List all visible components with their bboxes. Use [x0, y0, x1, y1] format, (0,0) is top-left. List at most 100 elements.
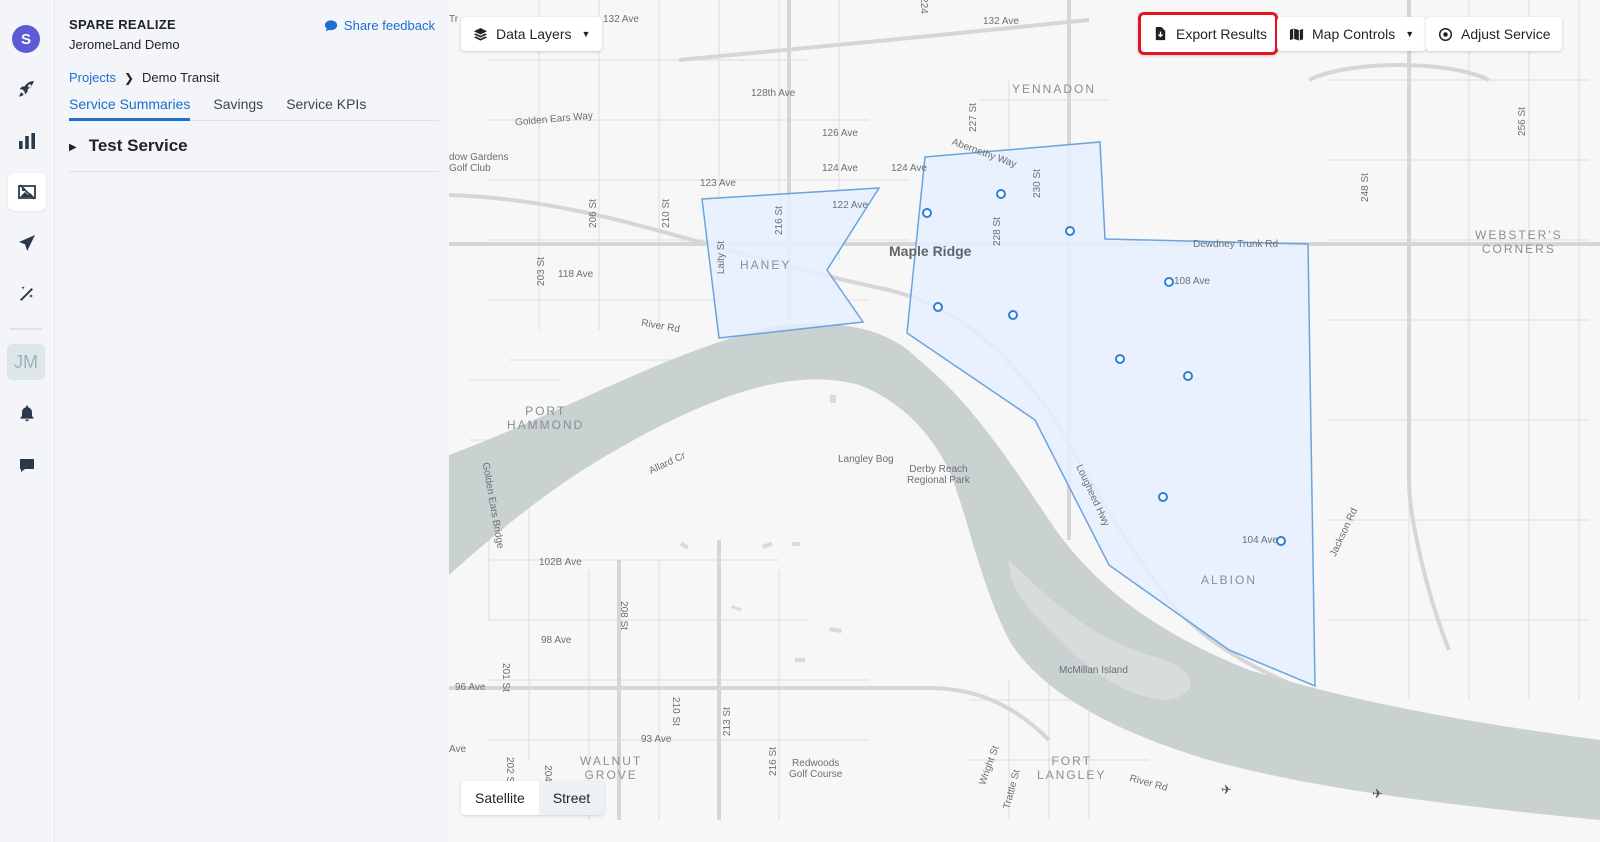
map-label: 132 Ave [603, 14, 639, 25]
service-name: Test Service [88, 136, 188, 155]
map-label: 206 St [587, 199, 599, 228]
map-label-haney: HANEY [740, 258, 792, 272]
map-label: 248 St [1359, 173, 1371, 202]
stop-marker[interactable] [922, 208, 932, 218]
stop-marker[interactable] [1115, 354, 1125, 364]
caret-down-icon: ▼ [1405, 29, 1415, 39]
app-logo-icon[interactable]: S [12, 25, 40, 53]
tab-service-summaries[interactable]: Service Summaries [69, 96, 191, 121]
data-layers-label: Data Layers [496, 26, 572, 42]
map-label: 118 Ave [558, 269, 594, 280]
target-icon [1438, 27, 1453, 41]
organization-name: JeromeLand Demo [69, 37, 180, 52]
bell-icon[interactable] [8, 394, 46, 432]
basemap-option-street[interactable]: Street [538, 781, 605, 815]
map-label: 256 St [1516, 107, 1528, 136]
map-label-derby-reach: Derby Reach Regional Park [907, 464, 970, 486]
map-label-walnut-grove: WALNUT GROVE [580, 754, 643, 782]
map-label: 216 St [773, 206, 785, 235]
basemap-option-satellite[interactable]: Satellite [461, 781, 539, 815]
map-label: 227 St [967, 103, 979, 132]
airplane-icon: ✈ [1372, 787, 1383, 802]
stop-marker[interactable] [996, 189, 1006, 199]
share-feedback-link[interactable]: Share feedback [324, 18, 435, 33]
map-label: Laity St [716, 240, 728, 275]
map-label: 224 [917, 0, 929, 14]
map-label: 108 Ave [1174, 276, 1210, 287]
map-label: 210 St [660, 199, 672, 228]
rocket-icon[interactable] [8, 70, 46, 108]
map-label-redwoods: Redwoods Golf Course [789, 758, 843, 780]
avatar[interactable]: JM [7, 344, 45, 380]
stop-marker[interactable] [1164, 277, 1174, 287]
map-label-mcmillan-island: McMillan Island [1059, 665, 1128, 676]
icon-rail: S JM [0, 0, 55, 842]
tab-savings[interactable]: Savings [213, 96, 263, 121]
map-label: 126 Ave [822, 128, 858, 139]
map-view[interactable]: ✈ ✈ Tr 132 Ave 224 132 Ave YENNADON 128t… [449, 0, 1600, 842]
tab-bar: Service Summaries Savings Service KPIs [69, 96, 439, 121]
map-label: Dewdney Trunk Rd [1193, 239, 1279, 250]
map-label: 102B Ave [539, 557, 582, 568]
map-label: dow Gardens Golf Club [449, 152, 509, 174]
adjust-service-button[interactable]: Adjust Service [1426, 17, 1563, 51]
map-label: 213 St [721, 707, 733, 736]
map-label-yennadon: YENNADON [1012, 82, 1097, 96]
send-icon[interactable] [8, 224, 46, 262]
map-icon [1289, 27, 1304, 41]
map-label: 216 St [767, 747, 779, 776]
map-label-port-hammond: PORT HAMMOND [507, 404, 585, 432]
caret-down-icon: ▼ [581, 29, 591, 39]
map-label: 204 [541, 765, 553, 782]
adjust-service-label: Adjust Service [1461, 26, 1551, 42]
chat-icon[interactable] [8, 446, 46, 484]
tab-service-kpis[interactable]: Service KPIs [286, 96, 366, 121]
map-label: 98 Ave [541, 635, 572, 646]
data-layers-dropdown[interactable]: Data Layers ▼ [461, 17, 603, 51]
map-label: 124 Ave [822, 163, 858, 174]
map-label: 122 Ave [832, 200, 868, 211]
stop-marker[interactable] [1065, 226, 1075, 236]
basemap: ✈ ✈ [449, 0, 1600, 820]
map-controls-dropdown[interactable]: Map Controls ▼ [1277, 17, 1427, 51]
breadcrumb-current: Demo Transit [142, 70, 220, 85]
map-label: 230 St [1031, 169, 1043, 198]
stop-marker[interactable] [1183, 371, 1193, 381]
stop-marker[interactable] [1158, 492, 1168, 502]
side-panel: SPARE REALIZE JeromeLand Demo Share feed… [55, 0, 449, 842]
share-feedback-label: Share feedback [343, 18, 435, 33]
map-label: 128th Ave [751, 88, 796, 99]
map-label: 96 Ave [455, 682, 486, 693]
breadcrumb: Projects ❯ Demo Transit [69, 70, 219, 85]
map-label: 210 St [669, 697, 681, 726]
stop-marker[interactable] [933, 302, 943, 312]
airplane-icon: ✈ [1221, 783, 1232, 798]
map-controls-label: Map Controls [1312, 26, 1396, 42]
map-label-maple-ridge: Maple Ridge [889, 243, 972, 259]
bar-chart-icon[interactable] [8, 122, 46, 160]
map-label-langley-bog: Langley Bog [838, 454, 894, 465]
app-title: SPARE REALIZE [69, 17, 176, 32]
map-image-icon[interactable] [8, 173, 46, 211]
basemap-toggle: Satellite Street [461, 781, 605, 815]
map-label: 124 Ave [891, 163, 927, 174]
map-label-fort-langley: FORT LANGLEY [1037, 754, 1107, 782]
map-label-websters-corners: WEBSTER'S CORNERS [1475, 228, 1563, 256]
stop-marker[interactable] [1008, 310, 1018, 320]
map-label: 93 Ave [641, 734, 672, 745]
layers-icon [473, 27, 488, 41]
export-results-button[interactable]: Export Results [1138, 12, 1279, 55]
marsh-specks [680, 395, 842, 662]
caret-right-icon[interactable]: ▶ [69, 142, 77, 153]
stop-marker[interactable] [1276, 536, 1286, 546]
magic-wand-icon[interactable] [8, 275, 46, 313]
service-accordion-row[interactable]: ▶ Test Service [69, 136, 439, 172]
breadcrumb-projects-link[interactable]: Projects [69, 70, 116, 85]
map-label: Tr [449, 14, 459, 25]
export-results-label: Export Results [1176, 25, 1268, 42]
map-label: 203 St [535, 257, 547, 286]
chevron-right-icon: ❯ [123, 70, 135, 85]
map-label: 123 Ave [700, 178, 736, 189]
file-download-icon [1155, 26, 1166, 41]
map-label: 228 St [991, 217, 1003, 246]
